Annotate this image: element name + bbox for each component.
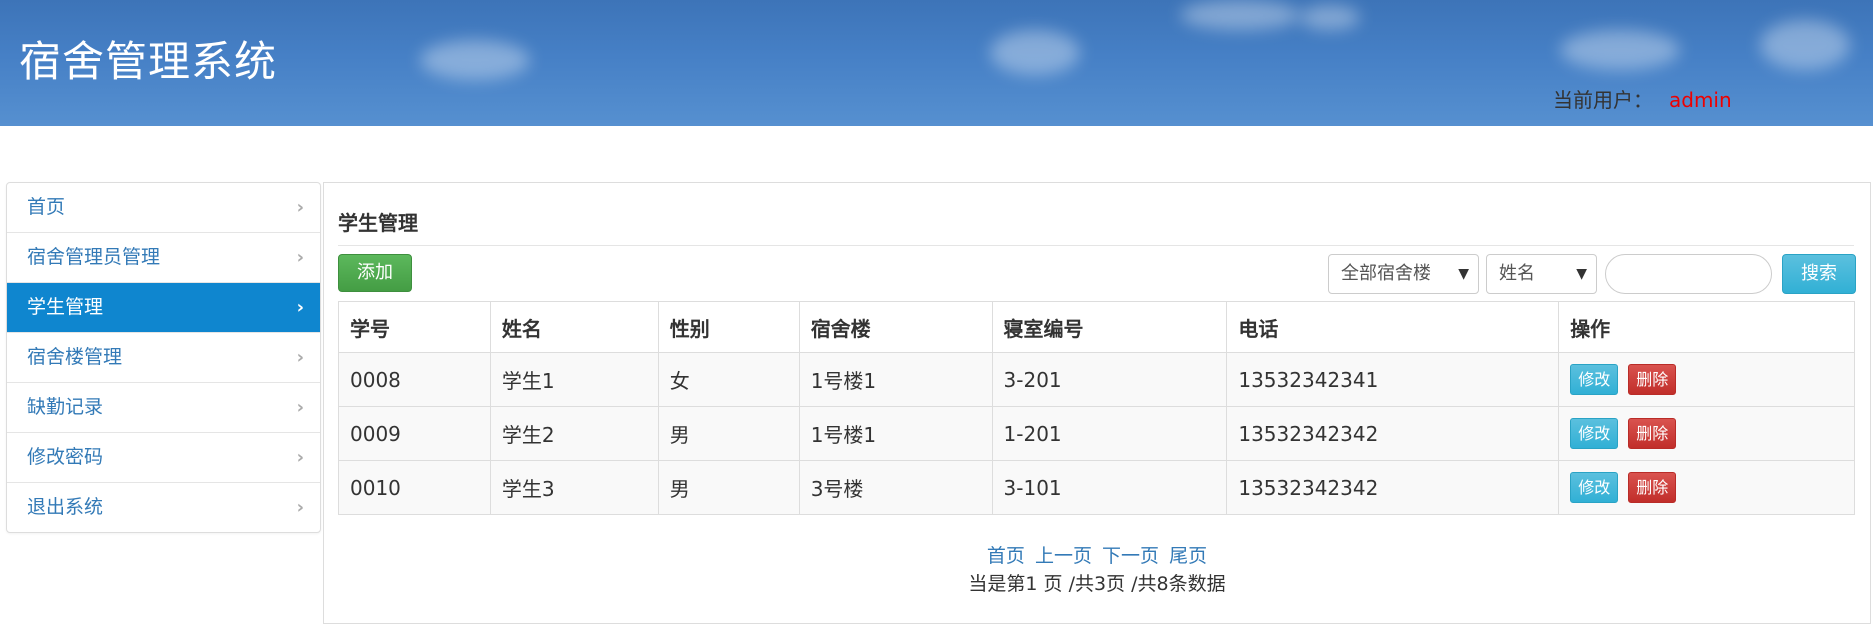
sidebar-item-label: 宿舍楼管理 [27,346,123,368]
table-cell: 女 [657,352,800,407]
building-filter-value: 全部宿舍楼 [1341,263,1431,284]
sidebar-item-label: 缺勤记录 [27,396,104,418]
column-header: 宿舍楼 [798,301,993,353]
student-table: 学号 姓名 性别 宿舍楼 寝室编号 电话 操作 0008 学生1 女 1号楼1 … [338,301,1855,515]
sidebar-item-label: 修改密码 [27,446,104,468]
column-header: 操作 [1558,301,1855,353]
table-cell: 0010 [338,460,491,515]
pagination-info: 当是第1 页 /共3页 /共8条数据 [968,573,1226,595]
title-divider [338,245,1854,246]
actions-cell: 修改 删除 [1558,406,1855,461]
sidebar-nav: 首页 › 宿舍管理员管理 › 学生管理 › 宿舍楼管理 › 缺勤记录 › 修改密… [6,182,321,533]
search-input[interactable] [1605,254,1772,294]
chevron-right-icon: › [296,497,304,518]
table-row: 0009 学生2 男 1号楼1 1-201 13532342342 修改 删除 [338,406,1855,461]
sidebar-item-dorm-manager[interactable]: 宿舍管理员管理 › [7,233,320,283]
pager-prev-link[interactable]: 上一页 [1035,545,1092,567]
chevron-right-icon: › [296,297,304,318]
sidebar-item-buildings[interactable]: 宿舍楼管理 › [7,333,320,383]
sidebar-item-change-password[interactable]: 修改密码 › [7,433,320,483]
table-cell: 1-201 [991,406,1228,461]
current-user-label: 当前用户： [1553,88,1653,112]
table-row: 0010 学生3 男 3号楼 3-101 13532342342 修改 删除 [338,460,1855,515]
actions-cell: 修改 删除 [1558,352,1855,407]
column-header: 学号 [338,301,491,353]
edit-button[interactable]: 修改 [1570,364,1619,395]
main-panel: 学生管理 添加 全部宿舍楼 ▼ 姓名 ▼ 搜索 学号 姓名 性别 宿舍楼 寝室编… [323,182,1871,624]
field-filter-value: 姓名 [1499,263,1535,284]
sidebar-item-label: 首页 [27,196,66,218]
chevron-down-icon: ▼ [1458,266,1469,282]
table-cell: 0009 [338,406,491,461]
sidebar-item-label: 学生管理 [27,296,104,318]
table-header-row: 学号 姓名 性别 宿舍楼 寝室编号 电话 操作 [338,301,1855,353]
sidebar-item-absence[interactable]: 缺勤记录 › [7,383,320,433]
current-user: 当前用户： admin [1553,84,1732,113]
search-button[interactable]: 搜索 [1782,254,1856,294]
table-cell: 学生2 [489,406,659,461]
table-cell: 13532342341 [1226,352,1560,407]
header-banner: 宿舍管理系统 当前用户： admin [0,0,1873,126]
chevron-down-icon: ▼ [1576,266,1587,282]
table-cell: 男 [657,406,800,461]
table-cell: 1号楼1 [798,406,993,461]
chevron-right-icon: › [296,447,304,468]
pager-last-link[interactable]: 尾页 [1169,545,1207,567]
add-button[interactable]: 添加 [338,254,412,292]
sidebar-item-label: 宿舍管理员管理 [27,246,161,268]
delete-button[interactable]: 删除 [1628,418,1677,449]
field-filter-select[interactable]: 姓名 ▼ [1486,254,1597,294]
table-row: 0008 学生1 女 1号楼1 3-201 13532342341 修改 删除 [338,352,1855,407]
pager-first-link[interactable]: 首页 [987,545,1025,567]
page-title: 学生管理 [338,211,418,235]
column-header: 姓名 [489,301,659,353]
table-cell: 3-201 [991,352,1228,407]
column-header: 电话 [1226,301,1560,353]
table-cell: 1号楼1 [798,352,993,407]
delete-button[interactable]: 删除 [1628,472,1677,503]
sidebar-item-home[interactable]: 首页 › [7,183,320,233]
chevron-right-icon: › [296,247,304,268]
delete-button[interactable]: 删除 [1628,364,1677,395]
table-cell: 男 [657,460,800,515]
sidebar-item-label: 退出系统 [27,496,104,518]
column-header: 性别 [657,301,800,353]
edit-button[interactable]: 修改 [1570,472,1619,503]
actions-cell: 修改 删除 [1558,460,1855,515]
table-cell: 学生3 [489,460,659,515]
table-cell: 学生1 [489,352,659,407]
pagination: 首页 上一页 下一页 尾页 [324,541,1870,568]
edit-button[interactable]: 修改 [1570,418,1619,449]
table-cell: 3号楼 [798,460,993,515]
current-user-name[interactable]: admin [1669,88,1732,112]
table-cell: 13532342342 [1226,460,1560,515]
sidebar-item-logout[interactable]: 退出系统 › [7,483,320,532]
chevron-right-icon: › [296,397,304,418]
building-filter-select[interactable]: 全部宿舍楼 ▼ [1328,254,1479,294]
table-cell: 3-101 [991,460,1228,515]
pager-next-link[interactable]: 下一页 [1102,545,1159,567]
chevron-right-icon: › [296,347,304,368]
table-cell: 0008 [338,352,491,407]
column-header: 寝室编号 [991,301,1228,353]
table-cell: 13532342342 [1226,406,1560,461]
sidebar-item-students[interactable]: 学生管理 › [7,283,320,333]
system-title: 宿舍管理系统 [19,37,278,86]
chevron-right-icon: › [296,197,304,218]
